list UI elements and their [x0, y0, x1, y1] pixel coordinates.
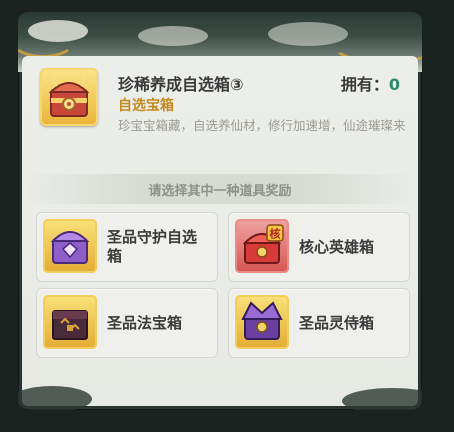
dialog-body: 珍稀养成自选箱③ 拥有：0 自选宝箱 珍宝宝箱藏，自选养仙材，修行加速增，仙途璀… — [18, 56, 422, 410]
dark-treasure-chest-icon — [43, 295, 97, 349]
ink-decoration — [18, 386, 92, 410]
purple-guardian-chest-icon — [43, 219, 97, 273]
option-card-guardian[interactable]: 圣品守护自选箱 — [36, 212, 218, 282]
hero-badge: 核 — [270, 227, 281, 241]
ink-decoration — [342, 388, 422, 410]
reward-select-dialog: 珍稀养成自选箱③ 拥有：0 自选宝箱 珍宝宝箱藏，自选养仙材，修行加速增，仙途璀… — [18, 12, 422, 410]
ornate-red-gold-chest-icon — [40, 68, 98, 126]
gold-swirl-decoration — [18, 22, 76, 58]
purple-spirit-chest-icon — [235, 295, 289, 349]
option-label: 圣品灵侍箱 — [299, 313, 375, 332]
option-label: 核心英雄箱 — [299, 237, 375, 256]
option-card-hero[interactable]: 核 核心英雄箱 — [228, 212, 410, 282]
selection-prompt: 请选择其中一种道具奖励 — [148, 184, 292, 199]
item-name: 珍稀养成自选箱③ — [118, 75, 244, 94]
item-info: 珍稀养成自选箱③ 拥有：0 自选宝箱 珍宝宝箱藏，自选养仙材，修行加速增，仙途璀… — [40, 68, 406, 158]
item-type: 自选宝箱 — [118, 98, 174, 114]
option-label: 圣品法宝箱 — [107, 313, 183, 332]
item-description: 珍宝宝箱藏，自选养仙材，修行加速增，仙途璀璨来 — [118, 118, 406, 133]
option-label: 圣品守护自选箱 — [107, 228, 198, 265]
owned-label: 拥有： — [340, 75, 389, 94]
option-card-treasure[interactable]: 圣品法宝箱 — [36, 288, 218, 358]
red-hero-chest-icon: 核 — [235, 219, 289, 273]
owned-value: 0 — [388, 75, 400, 94]
prompt-bar: 请选择其中一种道具奖励 — [22, 174, 418, 204]
cloud-decoration — [138, 26, 208, 46]
option-card-spirit[interactable]: 圣品灵侍箱 — [228, 288, 410, 358]
owned-count: 拥有：0 — [341, 71, 400, 95]
